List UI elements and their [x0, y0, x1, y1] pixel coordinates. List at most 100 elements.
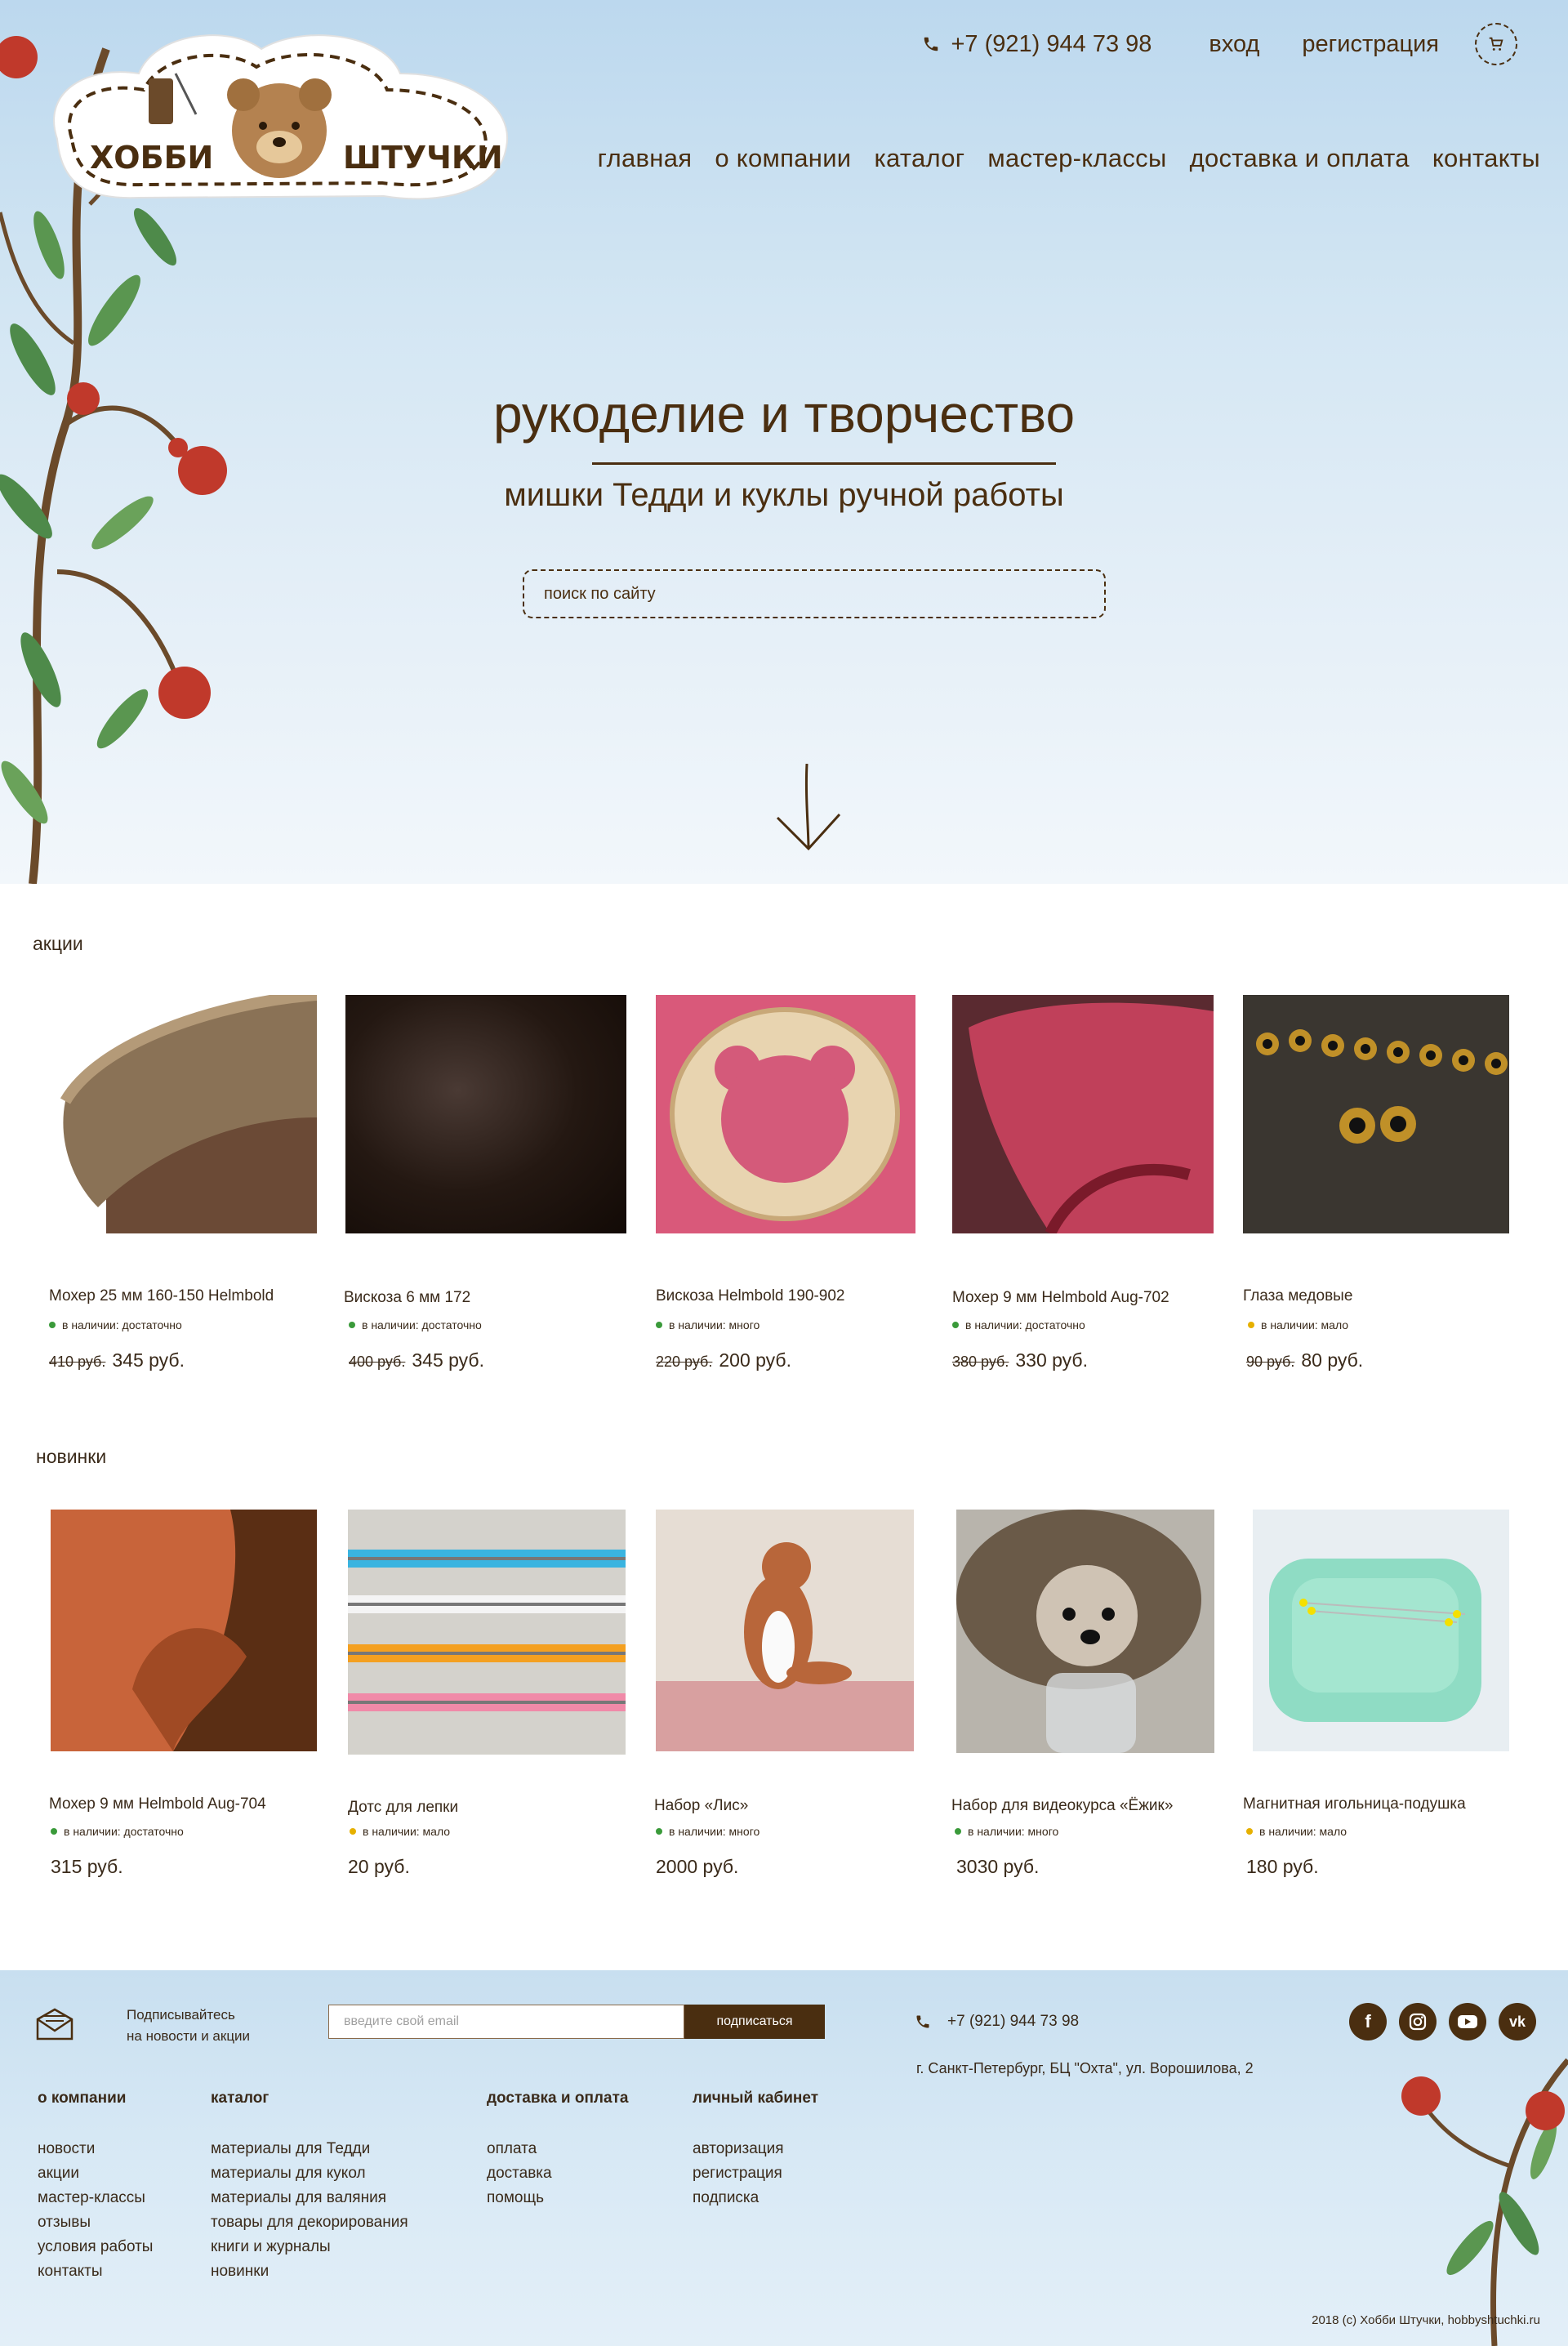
product-name[interactable]: Глаза медовые	[1243, 1287, 1352, 1305]
stock-status: в наличии: достаточно	[51, 1825, 184, 1838]
footer-phone[interactable]: +7 (921) 944 73 98	[915, 2013, 1079, 2031]
current-price: 315 руб.	[51, 1856, 123, 1877]
product-name[interactable]: Вискоза Helmbold 190-902	[656, 1287, 845, 1305]
main-nav: главная о компании каталог мастер-классы…	[598, 144, 1540, 173]
product-image[interactable]	[348, 1510, 626, 1755]
footer-link[interactable]: оплата	[487, 2137, 628, 2161]
stock-indicator	[51, 1828, 57, 1835]
nav-home[interactable]: главная	[598, 144, 693, 173]
product-image[interactable]	[1243, 995, 1509, 1233]
nav-master-classes[interactable]: мастер-классы	[987, 144, 1166, 173]
footer-link[interactable]: новости	[38, 2137, 153, 2161]
old-price: 380 руб.	[952, 1354, 1009, 1370]
stock-text: в наличии: мало	[1261, 1318, 1349, 1331]
stock-text: в наличии: мало	[1259, 1825, 1348, 1838]
footer-column-title[interactable]: личный кабинет	[693, 2090, 818, 2107]
footer-column-title[interactable]: каталог	[211, 2090, 408, 2107]
footer-link[interactable]: подписка	[693, 2186, 818, 2210]
footer-link[interactable]: регистрация	[693, 2161, 818, 2186]
footer-link[interactable]: материалы для Тедди	[211, 2137, 408, 2161]
header-phone-text: +7 (921) 944 73 98	[951, 30, 1152, 57]
footer-link[interactable]: контакты	[38, 2259, 153, 2284]
product-name[interactable]: Мохер 25 мм 160-150 Helmbold	[49, 1287, 274, 1305]
product-name[interactable]: Дотс для лепки	[348, 1799, 458, 1817]
footer-link[interactable]: материалы для валяния	[211, 2186, 408, 2210]
subscribe-text-line1: Подписывайтесь	[127, 2007, 235, 2023]
nav-delivery[interactable]: доставка и оплата	[1190, 144, 1410, 173]
footer-link[interactable]: условия работы	[38, 2235, 153, 2259]
instagram-icon[interactable]	[1399, 2003, 1437, 2040]
current-price: 180 руб.	[1246, 1856, 1319, 1877]
product-image[interactable]	[952, 995, 1214, 1233]
footer-link[interactable]: помощь	[487, 2186, 628, 2210]
current-price: 200 руб.	[719, 1349, 791, 1371]
product-name[interactable]: Магнитная игольница-подушка	[1243, 1795, 1466, 1813]
product-name[interactable]: Мохер 9 мм Helmbold Aug-704	[49, 1795, 266, 1813]
product-price: 20 руб.	[348, 1856, 410, 1878]
product-image[interactable]	[51, 1510, 317, 1751]
nav-catalog[interactable]: каталог	[874, 144, 964, 173]
logo[interactable]: ХОББИ ШТУЧКИ	[41, 25, 523, 212]
register-link[interactable]: регистрация	[1302, 31, 1439, 58]
scroll-down-arrow-icon[interactable]	[776, 764, 841, 854]
footer-link[interactable]: товары для декорирования	[211, 2210, 408, 2235]
product-name[interactable]: Вискоза 6 мм 172	[344, 1289, 470, 1307]
hero-divider	[592, 462, 1056, 465]
product-image[interactable]	[956, 1510, 1214, 1753]
stock-status: в наличии: мало	[1248, 1318, 1348, 1331]
footer-link[interactable]: отзывы	[38, 2210, 153, 2235]
footer-column-title[interactable]: доставка и оплата	[487, 2090, 628, 2107]
footer-link[interactable]: мастер-классы	[38, 2186, 153, 2210]
stock-status: в наличии: мало	[350, 1825, 450, 1838]
nav-contacts[interactable]: контакты	[1432, 144, 1540, 173]
footer-column-about: о компании новости акции мастер-классы о…	[38, 2090, 153, 2284]
svg-text:ХОББИ: ХОББИ	[90, 140, 213, 176]
cart-button[interactable]	[1475, 23, 1517, 65]
stock-status: в наличии: много	[656, 1318, 760, 1331]
footer-link[interactable]: доставка	[487, 2161, 628, 2186]
footer-link[interactable]: материалы для кукол	[211, 2161, 408, 2186]
product-price: 90 руб. 80 руб.	[1246, 1349, 1363, 1371]
login-link[interactable]: вход	[1209, 31, 1259, 58]
footer-column-title[interactable]: о компании	[38, 2090, 153, 2107]
email-field[interactable]	[328, 2005, 684, 2039]
facebook-icon[interactable]: f	[1349, 2003, 1387, 2040]
header-phone[interactable]: +7 (921) 944 73 98	[922, 31, 1152, 58]
product-name[interactable]: Набор «Лис»	[654, 1797, 748, 1815]
product-name[interactable]: Набор для видеокурса «Ёжик»	[951, 1797, 1173, 1815]
subscribe-button[interactable]: подписаться	[684, 2005, 825, 2039]
copyright: 2018 (c) Хобби Штучки, hobbyshtuchki.ru	[1312, 2313, 1540, 2327]
stock-indicator	[350, 1828, 356, 1835]
footer-link[interactable]: акции	[38, 2161, 153, 2186]
product-name[interactable]: Мохер 9 мм Helmbold Aug-702	[952, 1289, 1169, 1307]
old-price: 400 руб.	[349, 1354, 406, 1370]
svg-text:ШТУЧКИ: ШТУЧКИ	[343, 140, 503, 176]
stock-indicator	[952, 1322, 959, 1328]
footer-column-delivery: доставка и оплата оплата доставка помощь	[487, 2090, 628, 2210]
footer-link[interactable]: новинки	[211, 2259, 408, 2284]
product-image[interactable]	[345, 995, 626, 1233]
current-price: 3030 руб.	[956, 1856, 1040, 1877]
product-image[interactable]	[656, 995, 915, 1233]
stock-text: в наличии: мало	[363, 1825, 451, 1838]
product-price: 2000 руб.	[656, 1856, 738, 1878]
envelope-icon	[36, 2008, 74, 2040]
footer-link[interactable]: авторизация	[693, 2137, 818, 2161]
hero-title: рукоделие и творчество	[492, 385, 1076, 444]
cart-icon	[1489, 37, 1503, 51]
youtube-icon[interactable]	[1449, 2003, 1486, 2040]
product-image[interactable]	[49, 995, 317, 1233]
product-image[interactable]	[656, 1510, 914, 1751]
vk-icon[interactable]: vk	[1499, 2003, 1536, 2040]
search-input[interactable]	[523, 569, 1106, 618]
stock-indicator	[656, 1322, 662, 1328]
footer-link[interactable]: книги и журналы	[211, 2235, 408, 2259]
product-price: 410 руб. 345 руб.	[49, 1349, 185, 1371]
stock-status: в наличии: много	[955, 1825, 1058, 1838]
product-image[interactable]	[1253, 1510, 1509, 1751]
stock-indicator	[49, 1322, 56, 1328]
product-price: 220 руб. 200 руб.	[656, 1349, 791, 1371]
old-price: 220 руб.	[656, 1354, 713, 1370]
nav-about[interactable]: о компании	[715, 144, 851, 173]
current-price: 20 руб.	[348, 1856, 410, 1877]
